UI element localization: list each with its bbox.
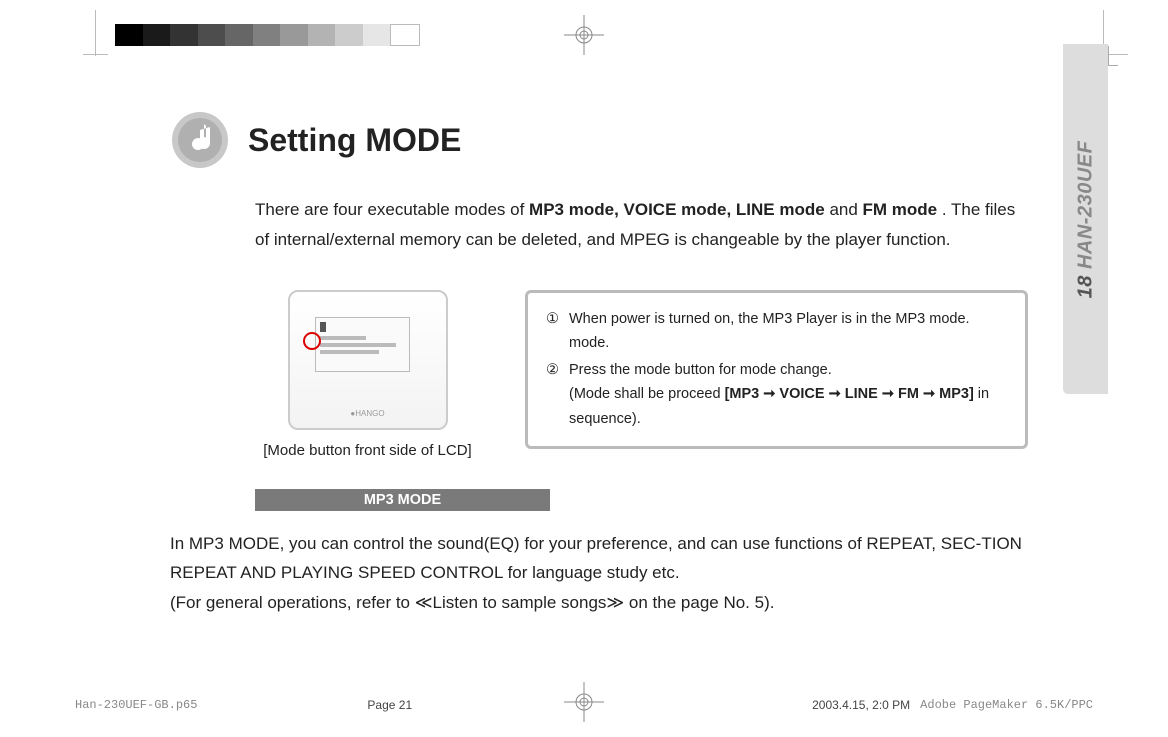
footer-app: Adobe PageMaker 6.5K/PPC — [920, 698, 1093, 712]
side-tab: 18 HAN-230UEF — [1063, 44, 1108, 394]
crop-mark — [95, 10, 96, 56]
crop-mark — [83, 54, 108, 55]
instruction-box: ① When power is turned on, the MP3 Playe… — [525, 290, 1028, 449]
section-header: MP3 MODE — [255, 489, 550, 511]
music-note-icon — [170, 110, 230, 170]
step-text: Press the mode button for mode change. (… — [569, 358, 1007, 432]
footer-page: Page 21 — [367, 698, 412, 712]
mode-button-highlight-icon — [303, 332, 321, 350]
step-text: When power is turned on, the MP3 Player … — [569, 307, 1007, 356]
side-page-number: 18 — [1074, 275, 1096, 298]
registration-mark-icon — [564, 15, 604, 55]
step-number: ② — [546, 358, 567, 432]
intro-text: There are four executable modes of MP3 m… — [255, 195, 1028, 255]
body-text: In MP3 MODE, you can control the sound(E… — [170, 529, 1028, 618]
device-illustration: ●HANGO — [288, 290, 448, 430]
footer-filename: Han-230UEF-GB.p65 — [75, 698, 197, 712]
footer-date: 2003.4.15, 2:0 PM — [812, 698, 910, 712]
step-number: ① — [546, 307, 567, 356]
grayscale-colorbar — [115, 24, 420, 46]
color-colorbar — [735, 24, 1065, 46]
side-model-label: HAN-230UEF — [1074, 140, 1096, 274]
footer-metadata: Han-230UEF-GB.p65 Page 21 2003.4.15, 2:0… — [75, 698, 1093, 712]
page-content: Setting MODE There are four executable m… — [170, 110, 1028, 647]
device-caption: [Mode button front side of LCD] — [255, 442, 480, 459]
page-title: Setting MODE — [248, 122, 461, 159]
